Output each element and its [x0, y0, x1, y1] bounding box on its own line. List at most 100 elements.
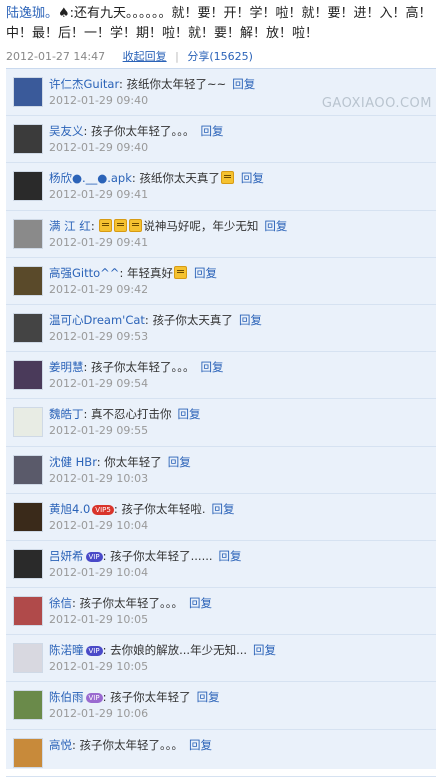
avatar[interactable] — [13, 312, 43, 343]
separator: : — [83, 124, 92, 139]
reply-link[interactable]: 回复 — [197, 690, 220, 704]
reply-link[interactable]: 回复 — [253, 643, 276, 657]
comment-text: 孩子你太年轻了 — [110, 690, 191, 705]
comment-line: 魏皓丁: 真不忍心打击你 回复 — [49, 406, 201, 422]
comment-text: 说神马好呢，年少无知 — [143, 218, 259, 233]
commenter-name[interactable]: 姜明慧 — [49, 360, 84, 374]
post-body: ♠:还有九天。。。。。。就！要！开！学！啦！就！要！进！入！高！中！最！后！一！… — [6, 6, 432, 41]
post-timestamp: 2012-01-27 14:47 — [6, 50, 106, 63]
comment-line: 徐信: 孩子你太年轻了。。。 回复 — [49, 595, 212, 611]
post-meta: 2012-01-27 14:47 收起回复 | 分享(15625) — [6, 48, 434, 66]
collapse-replies-link[interactable]: 收起回复 — [123, 50, 167, 63]
comment-item: 高悦: 孩子你太年轻了。。。 回复 — [6, 730, 436, 777]
commenter-name[interactable]: 徐信 — [49, 596, 72, 610]
comment-text: 孩纸你太天真了 — [139, 171, 220, 186]
comment-line: 杨欣●.__●.apk: 孩纸你太天真了 回复 — [49, 170, 264, 186]
comment-item: 满 江 红: 说神马好呢，年少无知 回复 2012-01-29 09:41 — [6, 211, 436, 258]
avatar[interactable] — [13, 690, 43, 721]
reply-link[interactable]: 回复 — [264, 219, 287, 233]
vip-badge: VIP — [85, 693, 103, 704]
commenter-name[interactable]: 魏皓丁 — [49, 407, 84, 421]
comment-line: 姜明慧: 孩子你太年轻了。。。 回复 — [49, 359, 224, 375]
reply-link[interactable]: 回复 — [201, 124, 224, 138]
separator: : — [90, 218, 99, 233]
commenter-name[interactable]: 杨欣●.__●.apk — [49, 171, 132, 185]
reply-link[interactable]: 回复 — [201, 360, 224, 374]
avatar[interactable] — [13, 737, 43, 768]
commenter-name[interactable]: 高悦 — [49, 738, 72, 752]
emoticon-icon — [99, 218, 113, 232]
comment-text: 年轻真好 — [126, 265, 173, 280]
post: 陆逸珈。♠:还有九天。。。。。。就！要！开！学！啦！就！要！进！入！高！中！最！… — [0, 0, 440, 66]
comment-timestamp: 2012-01-29 09:55 — [49, 424, 149, 438]
avatar[interactable] — [13, 501, 43, 532]
commenter-name[interactable]: 许仁杰Guitar — [49, 77, 119, 91]
reply-link[interactable]: 回复 — [239, 313, 262, 327]
comment-timestamp: 2012-01-29 09:41 — [49, 188, 149, 202]
vip-badge: VIP5 — [92, 504, 114, 515]
comment-line: 温可心Dream'Cat: 孩子你太天真了 回复 — [49, 312, 262, 328]
reply-link[interactable]: 回复 — [219, 549, 242, 563]
comment-line: 陈伯雨 VIP: 孩子你太年轻了 回复 — [49, 689, 220, 705]
reply-link[interactable]: 回复 — [212, 502, 235, 516]
avatar[interactable] — [13, 360, 43, 391]
comment-line: 高悦: 孩子你太年轻了。。。 回复 — [49, 737, 212, 753]
reply-link[interactable]: 回复 — [194, 266, 217, 280]
share-link[interactable]: 分享(15625) — [187, 50, 253, 63]
commenter-name[interactable]: 陈伯雨 — [49, 690, 84, 704]
avatar[interactable] — [13, 454, 43, 485]
avatar[interactable] — [13, 548, 43, 579]
comment-timestamp: 2012-01-29 10:05 — [49, 613, 149, 627]
comment-text: 去你娘的解放...年少无知... — [110, 643, 248, 658]
comment-line: 沈健 HBr: 你太年轻了 回复 — [49, 454, 191, 470]
avatar[interactable] — [13, 124, 43, 155]
commenter-name[interactable]: 吴友义 — [49, 124, 84, 138]
comment-line: 吴友义: 孩子你太年轻了。。。 回复 — [49, 123, 224, 139]
comment-timestamp: 2012-01-29 09:41 — [49, 235, 149, 249]
separator: : — [102, 690, 111, 705]
avatar[interactable] — [13, 596, 43, 627]
comment-item: 温可心Dream'Cat: 孩子你太天真了 回复 2012-01-29 09:53 — [6, 305, 436, 353]
reply-link[interactable]: 回复 — [232, 77, 255, 91]
commenter-name[interactable]: 陈渃曈 — [49, 643, 84, 657]
commenter-name[interactable]: 黄旭4.0 — [49, 502, 90, 516]
vip-badge: VIP — [85, 551, 103, 562]
comment-item: 徐信: 孩子你太年轻了。。。 回复 2012-01-29 10:05 — [6, 588, 436, 636]
reply-link[interactable]: 回复 — [241, 171, 264, 185]
separator: : — [118, 77, 127, 91]
avatar[interactable] — [13, 218, 43, 249]
commenter-name[interactable]: 吕妍希 — [49, 549, 84, 563]
avatar[interactable] — [13, 265, 43, 296]
reply-link[interactable]: 回复 — [168, 455, 191, 469]
commenter-name[interactable]: 温可心Dream'Cat — [49, 313, 145, 327]
comment-text: 孩子你太年轻了...... — [110, 548, 213, 563]
post-author[interactable]: 陆逸珈。 — [6, 6, 58, 21]
avatar[interactable] — [13, 77, 43, 107]
avatar[interactable] — [13, 171, 43, 202]
emoticon-icon — [114, 218, 128, 232]
separator: : — [83, 360, 92, 375]
commenter-name[interactable]: 满 江 红 — [49, 219, 91, 233]
divider: | — [175, 50, 179, 63]
separator: : — [72, 596, 80, 611]
avatar[interactable] — [13, 643, 43, 674]
comment-line: 高强Gitto^^: 年轻真好 回复 — [49, 265, 217, 281]
vip-badge: VIP — [85, 646, 103, 657]
separator: : — [119, 265, 127, 280]
reply-link[interactable]: 回复 — [189, 596, 212, 610]
watermark: GAOXIAOO.COM — [321, 96, 432, 111]
reply-link[interactable]: 回复 — [178, 407, 201, 421]
separator: : — [72, 737, 80, 752]
comment-timestamp: 2012-01-29 09:40 — [49, 141, 149, 155]
separator: : — [102, 548, 111, 563]
comment-item: 陈伯雨 VIP: 孩子你太年轻了 回复 2012-01-29 10:06 — [6, 682, 436, 730]
reply-link[interactable]: 回复 — [189, 738, 212, 752]
avatar[interactable] — [13, 407, 43, 438]
comment-item: 姜明慧: 孩子你太年轻了。。。 回复 2012-01-29 09:54 — [6, 352, 436, 400]
comment-item: 陈渃曈 VIP: 去你娘的解放...年少无知... 回复 2012-01-29 10:… — [6, 635, 436, 683]
commenter-name[interactable]: 沈健 HBr — [49, 455, 97, 469]
comment-list: 许仁杰Guitar: 孩纸你太年轻了~~ 回复 2012-01-29 09:40 吴友… — [6, 68, 436, 777]
comment-text: 孩子你太年轻啦. — [121, 501, 206, 516]
comment-item: 杨欣●.__●.apk: 孩纸你太天真了 回复 2012-01-29 09:41 — [6, 163, 436, 211]
commenter-name[interactable]: 高强Gitto^^ — [49, 266, 119, 280]
